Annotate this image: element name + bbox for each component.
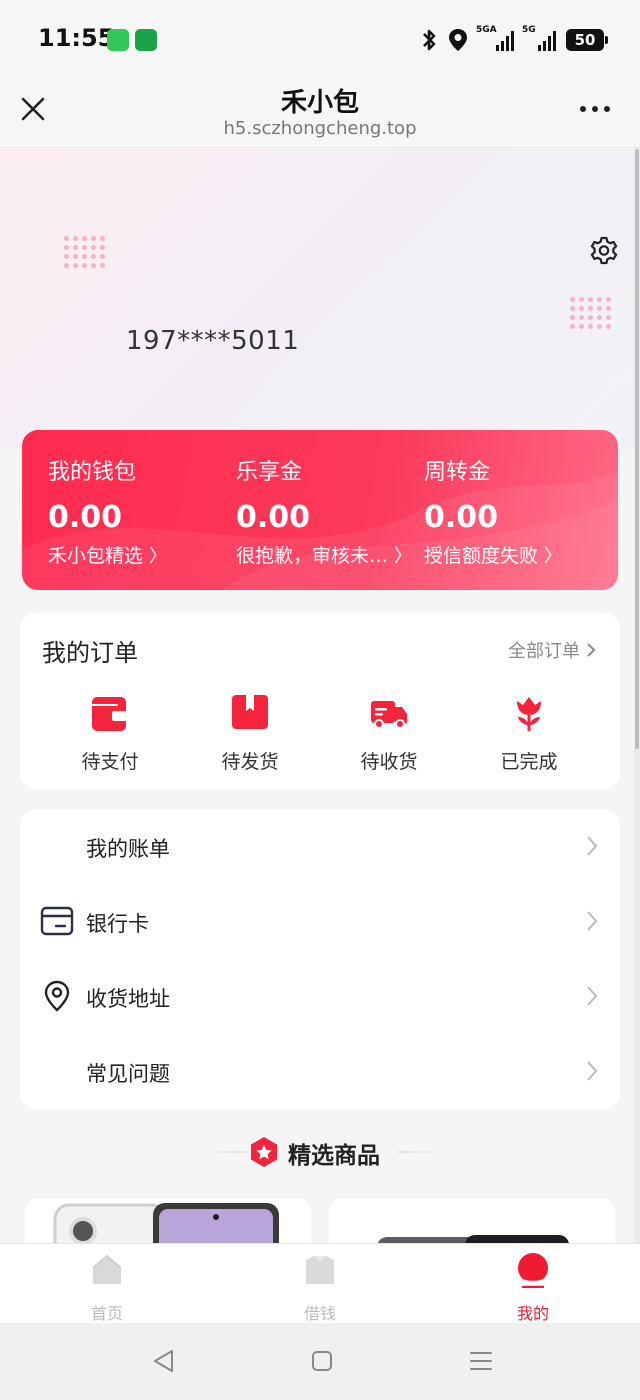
divider <box>200 1151 246 1153</box>
featured-heading: 精选商品 <box>0 1132 640 1172</box>
truck-icon <box>371 701 407 729</box>
page-title: 禾小包 <box>280 88 359 118</box>
menu-item-faq[interactable]: 常见问题 <box>20 1034 620 1109</box>
flower-icon <box>517 697 541 731</box>
chevron-right-icon <box>587 643 596 657</box>
orders-title: 我的订单 <box>42 639 138 667</box>
wallet-value: 0.00 <box>48 500 123 535</box>
divider <box>398 1151 444 1153</box>
system-nav-bar <box>0 1323 640 1400</box>
menu-item-bills[interactable]: 我的账单 <box>20 809 620 884</box>
bank-card-icon <box>40 906 74 936</box>
chevron-right-icon: 〉 <box>394 545 413 567</box>
title-bar: 禾小包 h5.sczhongcheng.top <box>0 76 640 148</box>
order-status-completed[interactable]: 已完成 <box>479 693 579 774</box>
back-icon[interactable] <box>150 1347 178 1375</box>
order-status-to-ship[interactable]: 待发货 <box>200 693 300 774</box>
bottom-tab-bar: 首页 借钱 我的 <box>0 1243 640 1323</box>
chevron-right-icon: 〉 <box>149 545 168 567</box>
decorative-dots <box>64 236 105 268</box>
wallet-value: 0.00 <box>424 500 499 535</box>
location-icon <box>449 29 467 51</box>
chevron-right-icon <box>587 986 598 1006</box>
wallet-card: 我的钱包 0.00 禾小包精选〉 乐享金 0.00 很抱歉，审核未… 〉 周转金 … <box>22 430 618 590</box>
wallet-link[interactable]: 禾小包精选〉 <box>48 541 167 568</box>
star-badge-icon <box>251 1137 277 1167</box>
tab-borrow[interactable]: 借钱 <box>260 1252 380 1324</box>
order-status-unpaid[interactable]: 待支付 <box>60 693 160 774</box>
page-url: h5.sczhongcheng.top <box>223 118 417 139</box>
location-pin-icon <box>44 980 70 1012</box>
menu-card: 我的账单 银行卡 收货地址 常见问题 <box>20 809 620 1109</box>
app-notification-icon <box>135 29 157 51</box>
wallet-link[interactable]: 授信额度失败〉 <box>424 541 562 568</box>
wechat-notification-icon <box>107 29 129 51</box>
signal-5ga-icon: 5GA <box>476 25 514 51</box>
status-bar: 11:55 5GA 5G 50 <box>0 0 640 76</box>
chevron-right-icon <box>587 1061 598 1081</box>
more-options-icon[interactable] <box>580 106 610 112</box>
bluetooth-icon <box>423 29 436 51</box>
battery-icon: 50 <box>566 29 608 51</box>
settings-gear-icon[interactable] <box>588 235 620 267</box>
bag-icon <box>306 1256 334 1284</box>
signal-5g-icon: 5G <box>522 25 556 51</box>
menu-item-bank-card[interactable]: 银行卡 <box>20 884 620 959</box>
package-icon <box>232 695 268 729</box>
chevron-right-icon <box>587 836 598 856</box>
home-button-icon[interactable] <box>308 1347 336 1375</box>
wallet-label: 周转金 <box>424 460 491 485</box>
profile-header: 197****5011 <box>0 149 634 449</box>
wallet-column-lexiang[interactable]: 乐享金 0.00 很抱歉，审核未… 〉 <box>236 454 412 568</box>
orders-card: 我的订单 全部订单 待支付 待发货 待收货 已完成 <box>20 613 620 789</box>
chevron-right-icon <box>587 911 598 931</box>
wallet-label: 我的钱包 <box>48 460 137 485</box>
recent-apps-icon[interactable] <box>467 1347 495 1375</box>
featured-title: 精选商品 <box>288 1143 380 1169</box>
decorative-dots <box>570 297 611 329</box>
tab-home[interactable]: 首页 <box>47 1252 167 1324</box>
chevron-right-icon: 〉 <box>544 545 563 567</box>
wallet-value: 0.00 <box>236 500 311 535</box>
order-status-to-receive[interactable]: 待收货 <box>339 693 439 774</box>
profile-icon <box>518 1253 548 1289</box>
tab-mine[interactable]: 我的 <box>473 1252 593 1324</box>
menu-item-address[interactable]: 收货地址 <box>20 959 620 1034</box>
wallet-link[interactable]: 很抱歉，审核未… 〉 <box>236 541 412 568</box>
wallet-column-zhouzhuan[interactable]: 周转金 0.00 授信额度失败〉 <box>424 454 562 568</box>
wallet-icon <box>92 697 128 731</box>
scrollbar-thumb[interactable] <box>635 149 639 749</box>
wallet-column-main[interactable]: 我的钱包 0.00 禾小包精选〉 <box>48 454 167 568</box>
all-orders-link[interactable]: 全部订单 <box>508 637 596 663</box>
wallet-label: 乐享金 <box>236 460 303 485</box>
status-time: 11:55 <box>38 24 115 52</box>
home-icon <box>92 1254 122 1284</box>
user-phone-number: 197****5011 <box>126 326 300 356</box>
